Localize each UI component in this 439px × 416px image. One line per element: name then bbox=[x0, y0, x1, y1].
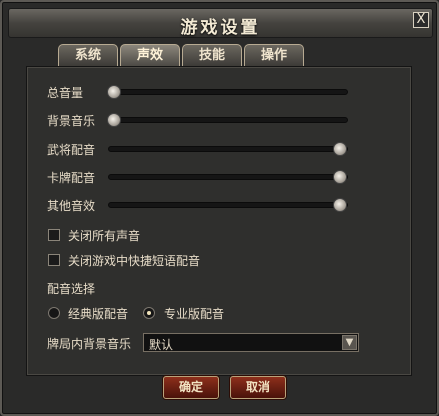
bgm-in-game-label: 牌局内背景音乐 bbox=[47, 337, 132, 351]
music-volume-knob[interactable] bbox=[107, 113, 121, 127]
close-icon[interactable]: X bbox=[413, 12, 429, 28]
mute-quick-phrase-label: 关闭游戏中快捷短语配音 bbox=[68, 254, 201, 268]
mute-all-label: 关闭所有声音 bbox=[68, 229, 141, 243]
master-volume-knob[interactable] bbox=[107, 85, 121, 99]
music-volume-label: 背景音乐 bbox=[47, 114, 96, 128]
hero-voice-label: 武将配音 bbox=[47, 143, 96, 157]
master-volume-label: 总音量 bbox=[47, 86, 84, 100]
tab-system[interactable]: 系统 bbox=[58, 44, 118, 66]
game-settings-dialog: 游戏设置 X 系统 声效 技能 操作 总音量 背景音乐 武将配音 卡牌配音 其他… bbox=[0, 0, 439, 416]
classic-voice-radio[interactable] bbox=[48, 307, 60, 319]
cancel-button[interactable]: 取消 bbox=[230, 376, 286, 399]
dialog-title: 游戏设置 bbox=[180, 18, 261, 38]
pro-voice-radio[interactable] bbox=[143, 307, 155, 319]
other-sfx-knob[interactable] bbox=[333, 198, 347, 212]
chevron-down-icon[interactable]: ▼ bbox=[342, 335, 357, 350]
hero-voice-slider[interactable] bbox=[108, 146, 348, 152]
master-volume-slider[interactable] bbox=[108, 89, 348, 95]
music-volume-slider[interactable] bbox=[108, 117, 348, 123]
mute-all-checkbox[interactable] bbox=[48, 229, 60, 241]
card-voice-label: 卡牌配音 bbox=[47, 171, 96, 185]
tab-controls[interactable]: 操作 bbox=[244, 44, 304, 66]
mute-quick-phrase-checkbox[interactable] bbox=[48, 254, 60, 266]
other-sfx-slider[interactable] bbox=[108, 202, 348, 208]
tab-sound[interactable]: 声效 bbox=[120, 44, 180, 66]
confirm-button[interactable]: 确定 bbox=[163, 376, 219, 399]
card-voice-slider[interactable] bbox=[108, 174, 348, 180]
other-sfx-label: 其他音效 bbox=[47, 199, 96, 213]
pro-voice-label: 专业版配音 bbox=[164, 307, 225, 321]
title-bar: 游戏设置 bbox=[8, 8, 433, 38]
bgm-in-game-select[interactable]: 默认 ▼ bbox=[143, 333, 359, 352]
card-voice-knob[interactable] bbox=[333, 170, 347, 184]
classic-voice-label: 经典版配音 bbox=[68, 307, 129, 321]
tab-skills[interactable]: 技能 bbox=[182, 44, 242, 66]
voice-selection-label: 配音选择 bbox=[47, 282, 96, 296]
bgm-in-game-value: 默认 bbox=[149, 338, 174, 352]
hero-voice-knob[interactable] bbox=[333, 142, 347, 156]
